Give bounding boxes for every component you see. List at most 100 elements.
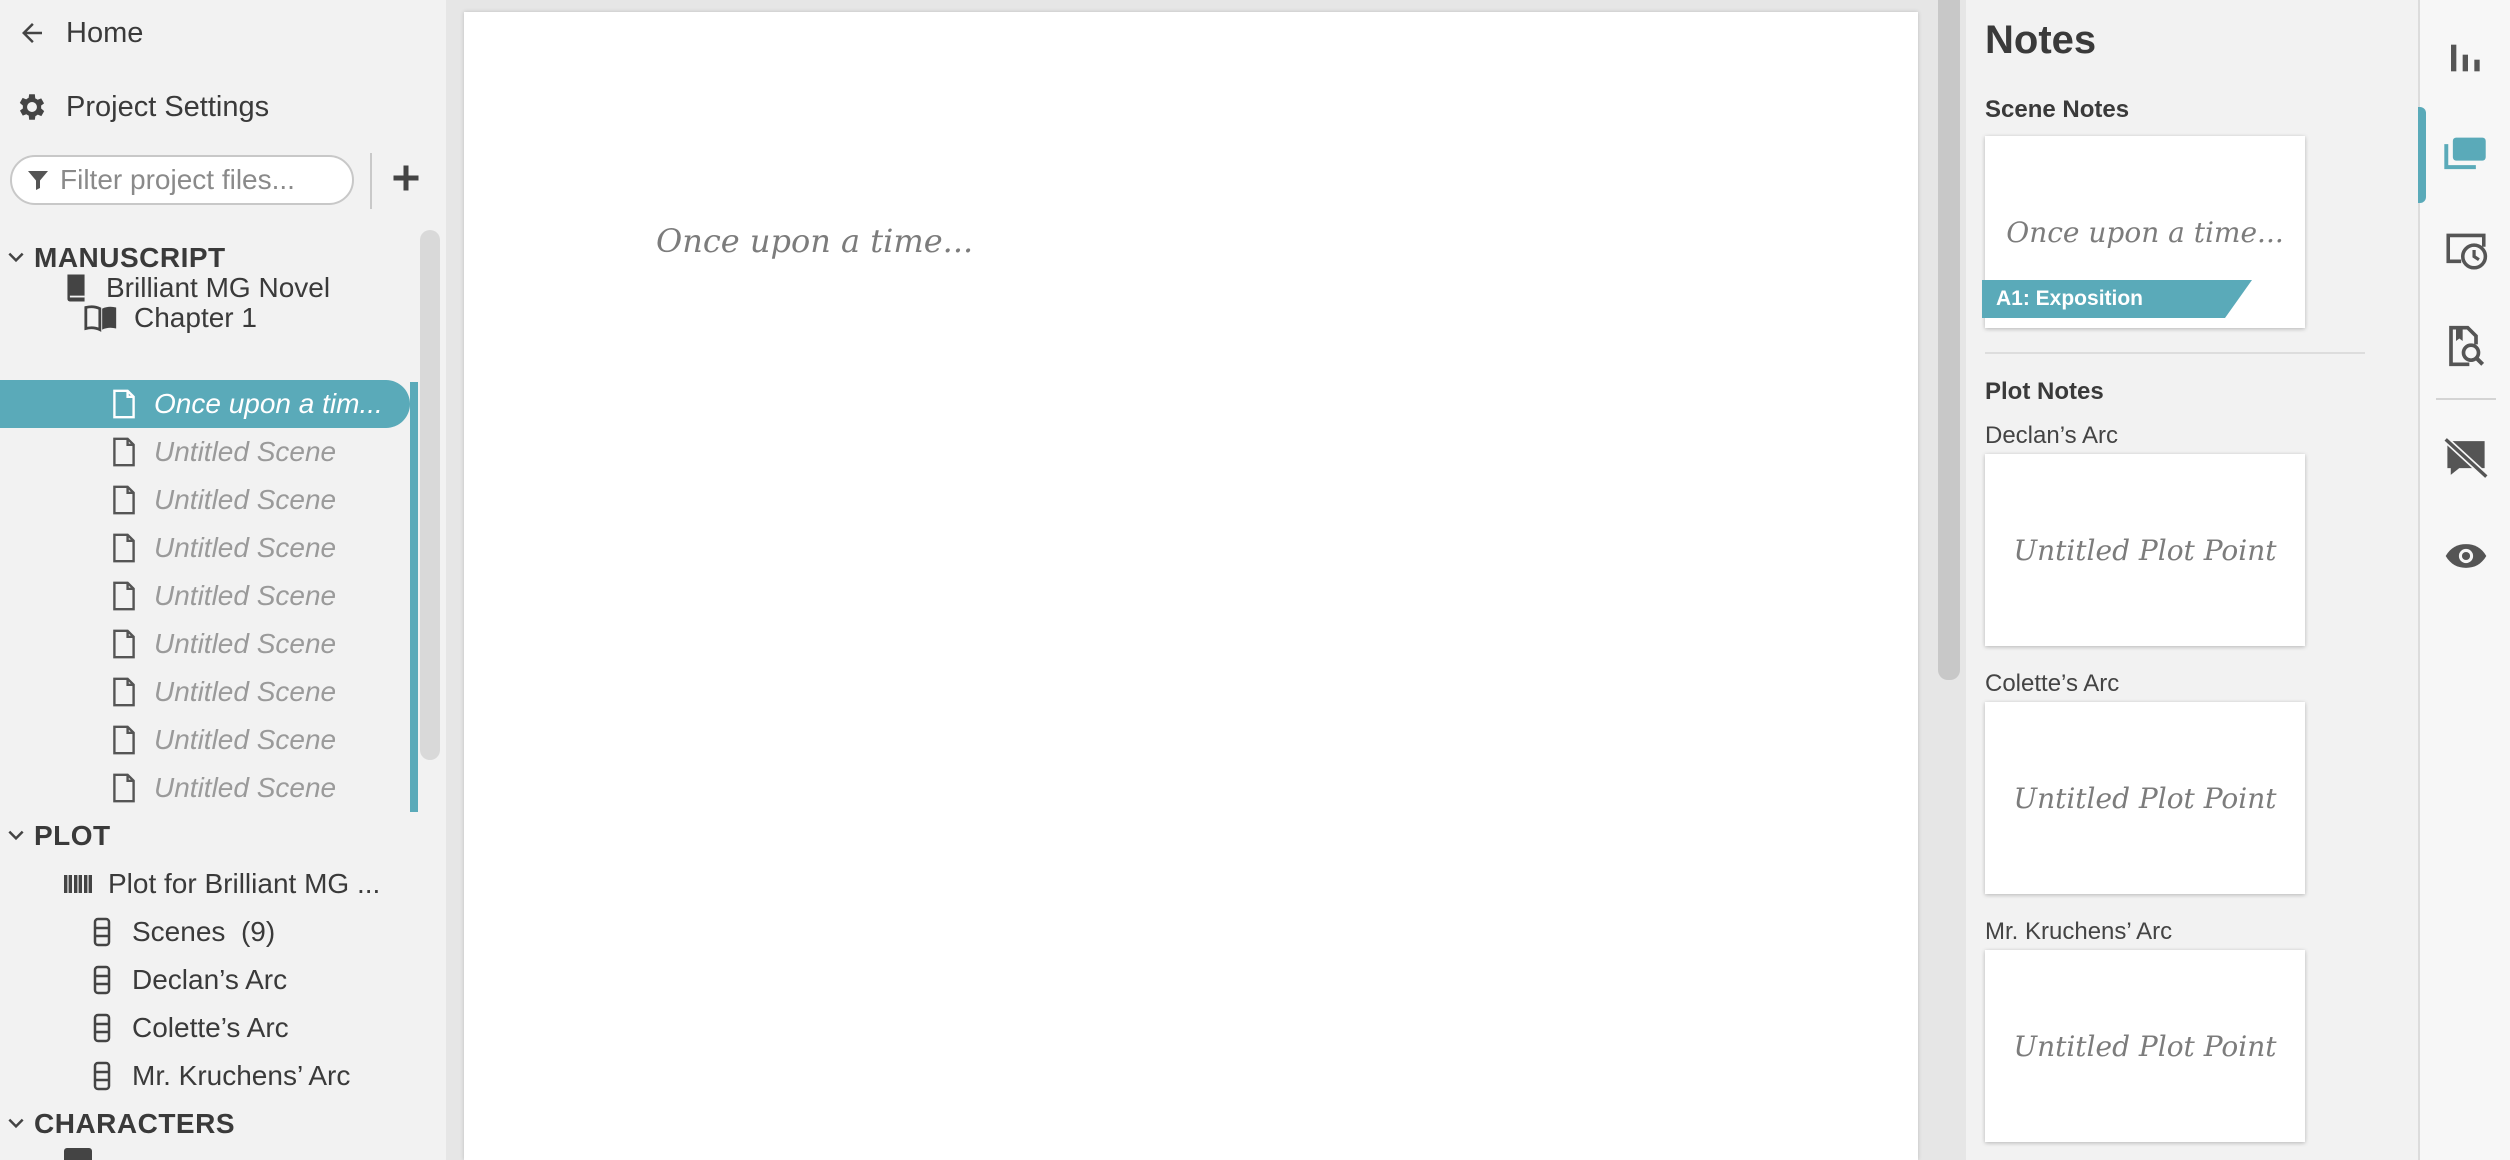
chapter-item[interactable]: Chapter 1 (82, 294, 418, 342)
plotline-item-colette[interactable]: Colette’s Arc (86, 1004, 418, 1052)
stats-button[interactable] (2420, 20, 2510, 100)
scene-item[interactable]: Untitled Scene (0, 524, 418, 572)
notes-divider (1985, 352, 2365, 354)
history-button[interactable] (2420, 212, 2510, 292)
document-icon (108, 482, 140, 518)
plot-point-card[interactable]: Untitled Plot Point (1985, 454, 2305, 646)
scene-item[interactable]: Untitled Scene (0, 620, 418, 668)
hide-comments-button[interactable] (2420, 420, 2510, 500)
rail-divider (2436, 398, 2496, 400)
scene-item[interactable]: Untitled Scene (0, 476, 418, 524)
chevron-down-icon (6, 242, 28, 274)
scene-label: Untitled Scene (154, 772, 337, 803)
plotline-label: Scenes (9) (132, 916, 276, 947)
scene-notes-heading: Scene Notes (1985, 96, 2130, 123)
project-sidebar: Home Project Settings MANUSCRIPT (0, 0, 446, 1160)
scene-item[interactable]: Untitled Scene (0, 764, 418, 812)
scene-label: Untitled Scene (154, 580, 337, 611)
arrow-left-icon (14, 15, 50, 51)
project-settings-label: Project Settings (66, 90, 270, 123)
scene-item-active[interactable]: Once upon a tim... (0, 380, 410, 428)
character-icon-partial (64, 1148, 92, 1160)
scene-label: Untitled Scene (154, 484, 337, 515)
history-icon (2443, 229, 2489, 276)
preview-button[interactable] (2420, 518, 2510, 598)
columns-icon (62, 866, 94, 902)
plotline-label: Mr. Kruchens’ Arc (132, 1060, 351, 1091)
plot-board-label: Plot for Brilliant MG ... (108, 868, 381, 899)
plotline-icon (86, 1058, 118, 1094)
scene-label: Untitled Scene (154, 628, 337, 659)
editor-scrollbar[interactable] (1938, 0, 1960, 680)
plus-icon (391, 163, 421, 198)
document-icon (108, 674, 140, 710)
filter-icon (26, 167, 52, 193)
eye-icon (2444, 541, 2488, 576)
editor-text[interactable]: Once upon a time... (656, 222, 973, 260)
home-link[interactable]: Home (0, 3, 143, 63)
document-icon (108, 434, 140, 470)
bar-chart-icon (2446, 38, 2486, 83)
arc-label: Declan’s Arc (1985, 422, 2118, 449)
home-label: Home (66, 16, 144, 49)
scene-label: Untitled Scene (154, 676, 337, 707)
filter-input[interactable] (60, 164, 340, 196)
scene-item[interactable]: Untitled Scene (0, 716, 418, 764)
hide-comments-icon (2443, 436, 2489, 484)
tool-rail (2418, 0, 2510, 1160)
scene-item[interactable]: Untitled Scene (0, 572, 418, 620)
arc-label: Mr. Kruchens’ Arc (1985, 918, 2173, 945)
document-icon (108, 722, 140, 758)
chapter-label: Chapter 1 (134, 302, 257, 333)
plotline-icon (86, 1010, 118, 1046)
plot-label: PLOT (34, 820, 111, 851)
document-icon (108, 770, 140, 806)
document-icon (108, 578, 140, 614)
filter-project-files-field[interactable] (10, 155, 354, 205)
editor-page[interactable] (464, 12, 1918, 1160)
characters-section-header[interactable]: CHARACTERS (0, 1100, 418, 1148)
scene-note-card-text: Once upon a time... (2006, 215, 2284, 249)
arc-label: Colette’s Arc (1985, 670, 2120, 697)
characters-label: CHARACTERS (34, 1108, 235, 1139)
document-icon (108, 626, 140, 662)
plotline-item-scenes[interactable]: Scenes (9) (86, 908, 418, 956)
scene-label: Untitled Scene (154, 436, 337, 467)
plot-point-card-text: Untitled Plot Point (2013, 1029, 2277, 1063)
filter-divider (370, 153, 372, 209)
scene-label: Untitled Scene (154, 532, 337, 563)
notes-cards-icon (2443, 134, 2489, 179)
open-book-icon (82, 300, 120, 336)
notes-title: Notes (1985, 18, 2097, 62)
plotline-label: Declan’s Arc (132, 964, 288, 995)
plotline-icon (86, 962, 118, 998)
add-file-button[interactable] (386, 155, 426, 205)
notes-panel: Notes Scene Notes Once upon a time... A1… (1966, 0, 2418, 1160)
chevron-down-icon (6, 820, 28, 852)
search-document-icon (2446, 324, 2486, 373)
plot-point-card-text: Untitled Plot Point (2013, 781, 2277, 815)
scene-label: Once upon a tim... (154, 388, 383, 419)
chevron-down-icon (6, 1108, 28, 1140)
plot-section-header[interactable]: PLOT (0, 812, 418, 860)
plot-board-item[interactable]: Plot for Brilliant MG ... (62, 860, 418, 908)
plot-point-card-text: Untitled Plot Point (2013, 533, 2277, 567)
notes-button[interactable] (2420, 116, 2510, 196)
plot-point-card[interactable]: Untitled Plot Point (1985, 702, 2305, 894)
document-icon (108, 530, 140, 566)
plotline-icon (86, 914, 118, 950)
plot-point-card[interactable]: Untitled Plot Point (1985, 950, 2305, 1142)
plotline-item-declan[interactable]: Declan’s Arc (86, 956, 418, 1004)
tree-scrollbar[interactable] (420, 230, 440, 760)
scene-item[interactable]: Untitled Scene (0, 668, 418, 716)
plot-notes-heading: Plot Notes (1985, 378, 2104, 405)
plotline-label: Colette’s Arc (132, 1012, 289, 1043)
search-document-button[interactable] (2420, 308, 2510, 388)
scene-label: Untitled Scene (154, 724, 337, 755)
scene-beat-tag[interactable]: A1: Exposition (1982, 280, 2252, 318)
gear-icon (14, 89, 50, 125)
project-settings-link[interactable]: Project Settings (0, 77, 269, 137)
scene-item[interactable]: Untitled Scene (0, 428, 418, 476)
plotline-item-kruchens[interactable]: Mr. Kruchens’ Arc (86, 1052, 418, 1100)
document-icon (108, 386, 140, 422)
